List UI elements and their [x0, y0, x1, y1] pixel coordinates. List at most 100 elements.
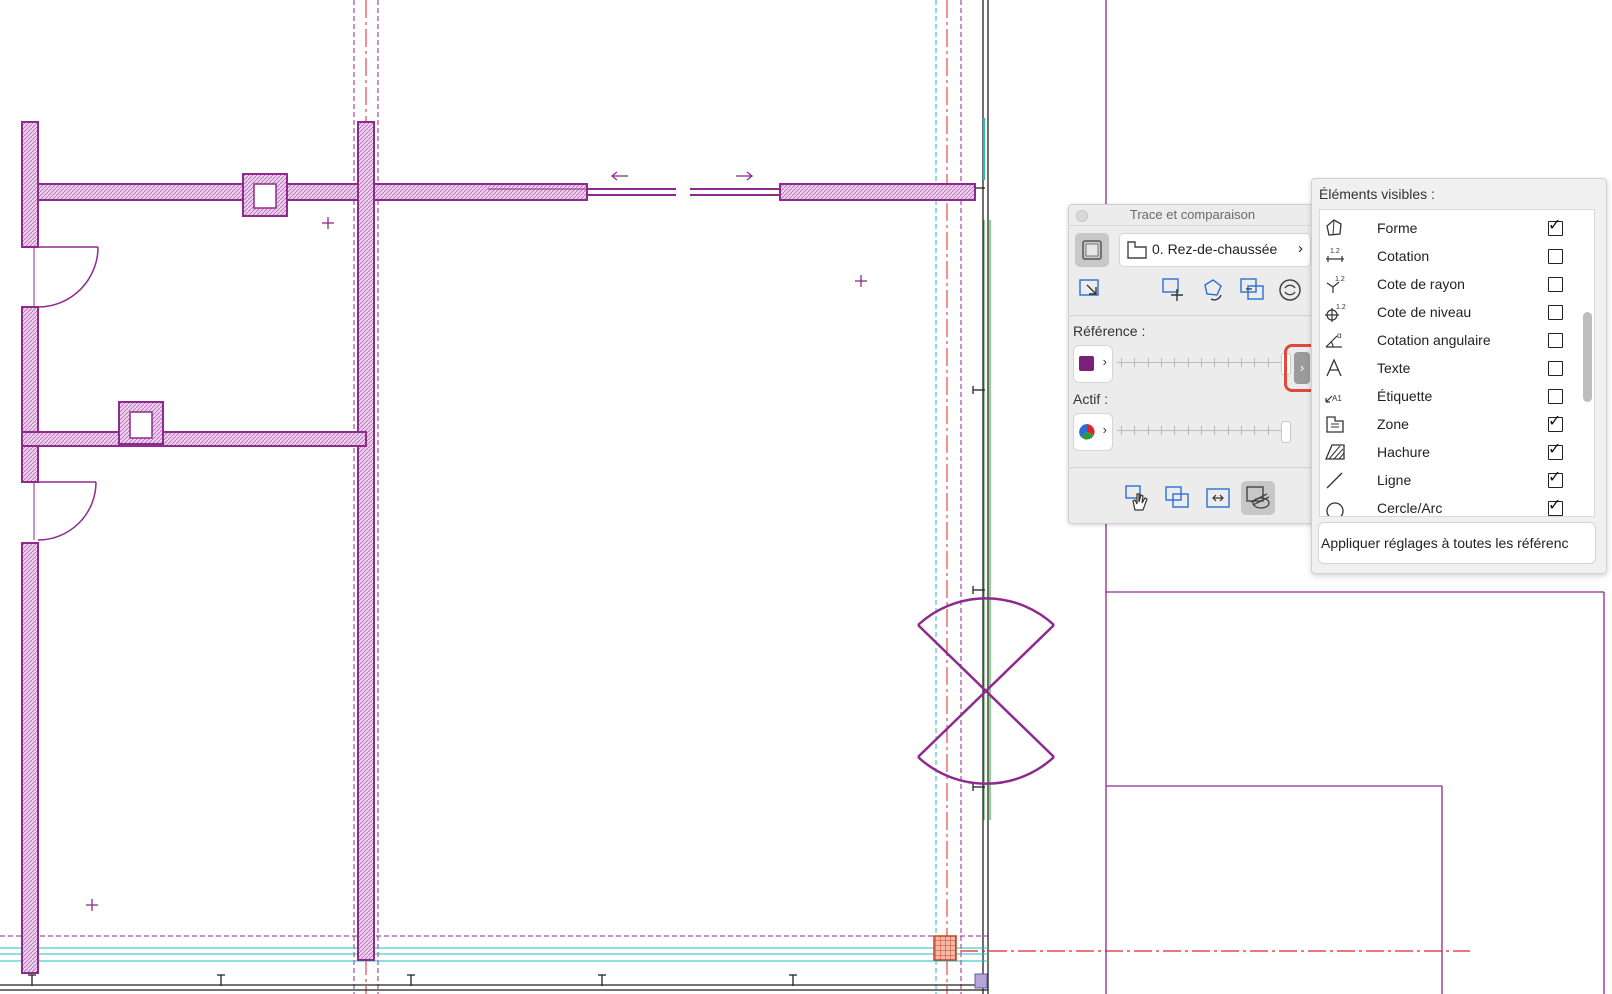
chevron-right-icon: ›: [1298, 240, 1303, 257]
slider-tick: [1147, 358, 1149, 367]
hide-reference-button[interactable]: [1241, 481, 1275, 515]
move-reference-button[interactable]: [1159, 275, 1189, 305]
item-label: Cote de rayon: [1377, 276, 1465, 292]
item-label: Étiquette: [1377, 388, 1433, 404]
select-reference-icon: [1079, 279, 1099, 296]
reset-icon: [1279, 279, 1301, 301]
item-label: Cotation: [1377, 248, 1430, 264]
active-color-button[interactable]: ›: [1073, 413, 1113, 451]
walls[interactable]: [21, 121, 988, 989]
trace-hand-button[interactable]: [1121, 481, 1155, 515]
slider-tick: [1121, 426, 1122, 435]
swing-door[interactable]: [917, 597, 1055, 785]
checkbox[interactable]: ✓: [1548, 469, 1563, 488]
list-item[interactable]: Ligne ✓: [1320, 466, 1594, 494]
reference-color-button[interactable]: ›: [1073, 345, 1113, 383]
slider-tick: [1201, 358, 1202, 367]
swap-button[interactable]: [1201, 481, 1235, 515]
reference-story-select[interactable]: 0. Rez-de-chaussée ›: [1119, 233, 1311, 267]
show-reference-button[interactable]: [1075, 233, 1109, 267]
checkbox[interactable]: [1548, 389, 1563, 404]
close-icon[interactable]: [1076, 210, 1088, 222]
mirror-reference-button[interactable]: [1237, 275, 1267, 305]
slider-tick: [1201, 426, 1202, 435]
list-item[interactable]: A1 Étiquette: [1320, 382, 1594, 410]
item-label: Forme: [1377, 220, 1418, 236]
active-label: Actif :: [1073, 391, 1109, 407]
slider-tick: [1267, 426, 1269, 435]
radial-dimension-icon: 1.2: [1326, 276, 1345, 293]
compare-button[interactable]: [1161, 481, 1195, 515]
check-icon: ✓: [1548, 441, 1562, 458]
checkbox[interactable]: [1548, 277, 1563, 292]
slider-tick: [1134, 358, 1136, 367]
slider-tick: [1161, 358, 1162, 367]
reset-reference-button[interactable]: [1275, 275, 1305, 305]
list-item[interactable]: 1.2 Cote de niveau: [1320, 298, 1594, 326]
list-item[interactable]: Texte: [1320, 354, 1594, 382]
chevron-right-icon: ›: [1102, 422, 1107, 437]
story-select-label: 0. Rez-de-chaussée: [1152, 241, 1278, 257]
set-reference-button[interactable]: [1075, 275, 1105, 305]
list-item[interactable]: 1.2 Cote de rayon: [1320, 270, 1594, 298]
list-item[interactable]: Hachure ✓: [1320, 438, 1594, 466]
slider-tick: [1214, 358, 1216, 367]
apply-all-references-button[interactable]: Appliquer réglages à toutes les référenc: [1318, 522, 1596, 564]
check-icon: ✓: [1548, 469, 1562, 486]
divider: [1069, 467, 1316, 468]
rotate-reference-button[interactable]: [1199, 275, 1229, 305]
slider-tick: [1254, 426, 1256, 435]
grid-column-right: [935, 0, 991, 994]
opening-arrows: [610, 171, 754, 181]
visible-elements-popover: Éléments visibles : Forme ✓ 1.2 Cotation…: [1311, 178, 1607, 574]
item-label: Cote de niveau: [1377, 304, 1472, 320]
list-item[interactable]: Zone ✓: [1320, 410, 1594, 438]
checkbox[interactable]: [1548, 333, 1563, 348]
trace-compare-palette: Trace et comparaison 0. Rez-de-chaussée …: [1068, 204, 1317, 524]
item-label: Texte: [1377, 360, 1411, 376]
hand-icon: [1125, 485, 1148, 511]
item-label: Ligne: [1377, 472, 1412, 488]
visible-elements-list[interactable]: Forme ✓ 1.2 Cotation 1.2 Cote de rayon 1…: [1319, 209, 1595, 517]
slider-tick: [1174, 426, 1176, 435]
divider: [1069, 315, 1316, 316]
checkbox[interactable]: ✓: [1548, 217, 1563, 236]
checkbox[interactable]: ✓: [1548, 497, 1563, 516]
slider-tick: [1241, 426, 1242, 435]
slider-tick: [1241, 358, 1242, 367]
slider-tick: [1187, 426, 1189, 435]
list-scrollbar[interactable]: [1583, 312, 1592, 402]
move-icon: [1162, 278, 1183, 301]
slider-tick: [1227, 358, 1229, 367]
angle-dimension-icon: α: [1325, 331, 1342, 348]
checkbox[interactable]: ✓: [1548, 441, 1563, 460]
list-item[interactable]: Cercle/Arc ✓: [1320, 494, 1594, 516]
level-dimension-icon: 1.2: [1325, 304, 1346, 322]
palette-titlebar[interactable]: Trace et comparaison: [1069, 205, 1316, 226]
slider-thumb[interactable]: [1281, 421, 1291, 443]
visible-elements-icon: [1246, 486, 1270, 509]
reference-color-swatch: [1079, 356, 1094, 371]
hotspots: [86, 217, 867, 911]
checkbox[interactable]: ✓: [1548, 413, 1563, 432]
doors[interactable]: [33, 246, 99, 541]
checkbox[interactable]: [1548, 249, 1563, 264]
chevron-right-icon: ›: [1294, 352, 1310, 384]
svg-text:A1: A1: [1332, 394, 1342, 403]
label-icon: A1: [1325, 394, 1342, 403]
arc-icon: [1326, 502, 1344, 516]
svg-text:1.2: 1.2: [1335, 276, 1345, 283]
slider-tick: [1254, 358, 1256, 367]
list-item[interactable]: α Cotation angulaire: [1320, 326, 1594, 354]
list-item[interactable]: Forme ✓: [1320, 214, 1594, 242]
checkbox[interactable]: [1548, 305, 1563, 320]
active-opacity-slider[interactable]: [1117, 421, 1291, 443]
slider-tick: [1161, 426, 1162, 435]
swap-icon: [1206, 488, 1230, 508]
zone-icon: [1326, 416, 1344, 433]
line-icon: [1326, 472, 1343, 489]
reference-opacity-slider[interactable]: [1117, 353, 1291, 375]
check-icon: ✓: [1548, 217, 1562, 234]
checkbox[interactable]: [1548, 361, 1563, 376]
list-item[interactable]: 1.2 Cotation: [1320, 242, 1594, 270]
